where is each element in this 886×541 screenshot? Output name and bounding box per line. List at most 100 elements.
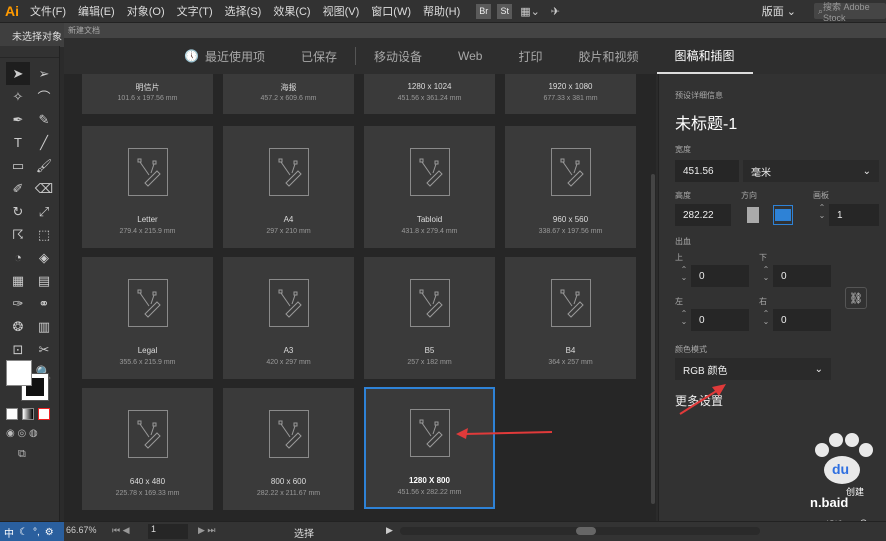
preset-card-640x480[interactable]: 640 x 480 225.78 x 169.33 mm <box>82 388 213 510</box>
preset-card-tabloid[interactable]: Tabloid 431.8 x 279.4 mm <box>364 126 495 248</box>
rectangle-tool-icon[interactable]: ▭ <box>6 154 30 177</box>
menu-view[interactable]: 视图(V) <box>317 3 366 19</box>
tab-mobile[interactable]: 移动设备 <box>356 38 440 74</box>
horizontal-scrollbar[interactable] <box>400 527 760 535</box>
bridge-button[interactable]: Br <box>476 3 492 19</box>
preset-card-poster[interactable]: 海报 457.2 x 609.6 mm <box>223 74 354 114</box>
artboards-input[interactable]: 1 <box>829 204 879 226</box>
tab-film-video[interactable]: 胶片和视频 <box>560 38 656 74</box>
none-mode-icon[interactable] <box>38 408 50 420</box>
artboard-number-input[interactable]: 1 <box>148 524 188 539</box>
artboard-tool-icon[interactable]: ⊡ <box>6 338 30 361</box>
width-input[interactable]: 451.56 <box>675 160 739 182</box>
menu-effect[interactable]: 效果(C) <box>267 3 316 19</box>
menu-type[interactable]: 文字(T) <box>171 3 219 19</box>
eraser-icon[interactable]: ⌫ <box>32 177 56 200</box>
perspective-grid-icon[interactable]: ▦ <box>6 269 30 292</box>
warp-tool-icon[interactable]: ☈ <box>6 223 30 246</box>
preset-card-a4[interactable]: A4 297 x 210 mm <box>223 126 354 248</box>
preset-card-legal[interactable]: Legal 355.6 x 215.9 mm <box>82 257 213 379</box>
bleed-right-input[interactable]: 0 <box>773 309 831 331</box>
preset-card-1920x1080[interactable]: 1920 x 1080 677.33 x 381 mm <box>505 74 636 114</box>
tab-art-illustration[interactable]: 图稿和插图 <box>656 38 753 74</box>
preset-card-1280x800[interactable]: 1280 X 800 451.56 x 282.22 mm <box>364 387 495 509</box>
preset-card-960x560[interactable]: 960 x 560 338.67 x 197.56 mm <box>505 126 636 248</box>
stock-search-input[interactable]: ⌕ 搜索 Adobe Stock <box>814 2 886 23</box>
unit-select[interactable]: 毫米 ⌄ <box>743 160 879 182</box>
next-page-icon[interactable]: ▶ ⏭ <box>198 525 216 536</box>
artboards-label: 画板 <box>813 191 829 200</box>
color-mode-icon[interactable] <box>6 408 18 420</box>
link-icon[interactable]: ⛓ <box>845 287 867 309</box>
ime-indicator[interactable]: 中 ☾ °, ⚙ <box>0 522 64 541</box>
portrait-button[interactable] <box>743 205 763 225</box>
tab-recent[interactable]: 🕔 最近使用项 <box>166 38 283 74</box>
gradient-tool-icon[interactable]: ▤ <box>32 269 56 292</box>
bleed-bottom-input[interactable]: 0 <box>773 265 831 287</box>
bleed-right-stepper-icon[interactable]: ⌃ ⌄ <box>761 310 771 326</box>
bleed-left-stepper-icon[interactable]: ⌃ ⌄ <box>679 310 689 326</box>
menu-help[interactable]: 帮助(H) <box>417 3 466 19</box>
rocket-icon[interactable]: ✈ <box>548 4 563 19</box>
magic-wand-icon[interactable]: ✧ <box>6 85 30 108</box>
menu-object[interactable]: 对象(O) <box>121 3 171 19</box>
scroll-thumb[interactable] <box>576 527 596 535</box>
symbol-sprayer-icon[interactable]: ❂ <box>6 315 30 338</box>
document-name-field[interactable]: 未标题-1 <box>675 110 737 134</box>
bleed-left-input[interactable]: 0 <box>691 309 749 331</box>
menu-edit[interactable]: 编辑(E) <box>72 3 121 19</box>
type-tool-icon[interactable]: T <box>6 131 30 154</box>
stock-button[interactable]: St <box>497 3 513 19</box>
preset-card-a3[interactable]: A3 420 x 297 mm <box>223 257 354 379</box>
tab-saved[interactable]: 已保存 <box>283 38 355 74</box>
status-menu-arrow-icon[interactable]: ▶ <box>386 525 393 536</box>
slice-tool-icon[interactable]: ✂ <box>32 338 56 361</box>
curvature-tool-icon[interactable]: ✎ <box>32 108 56 131</box>
workspace-switcher[interactable]: 版面 ⌄ <box>762 3 796 19</box>
arrange-icon[interactable]: ▦⌄ <box>518 4 542 19</box>
bleed-top-input[interactable]: 0 <box>691 265 749 287</box>
free-transform-icon[interactable]: ⬚ <box>32 223 56 246</box>
live-paint-icon[interactable]: ◈ <box>32 246 56 269</box>
preset-card-1280x1024[interactable]: 1280 x 1024 451.56 x 361.24 mm <box>364 74 495 114</box>
panel-grip[interactable] <box>0 46 59 58</box>
preset-name: Legal <box>137 346 158 355</box>
bleed-top-stepper-icon[interactable]: ⌃ ⌄ <box>679 266 689 282</box>
shape-builder-icon[interactable]: ◔ <box>6 246 30 269</box>
paintbrush-icon[interactable]: 🖌 <box>32 154 56 177</box>
preset-card-b4[interactable]: B4 364 x 257 mm <box>505 257 636 379</box>
lasso-icon[interactable]: ⌒ <box>32 85 56 108</box>
menu-file[interactable]: 文件(F) <box>24 3 72 19</box>
landscape-button[interactable] <box>773 205 793 225</box>
menu-select[interactable]: 选择(S) <box>219 3 268 19</box>
preset-scrollbar[interactable] <box>651 174 655 504</box>
tab-web[interactable]: Web <box>440 38 500 74</box>
rotate-tool-icon[interactable]: ↻ <box>6 200 30 223</box>
column-graph-icon[interactable]: ▥ <box>32 315 56 338</box>
scale-tool-icon[interactable]: ⤢ <box>32 200 56 223</box>
fill-swatch[interactable] <box>6 360 32 386</box>
eyedropper-icon[interactable]: ✑ <box>6 292 30 315</box>
selection-tool-icon[interactable]: ➤ <box>6 62 30 85</box>
gradient-mode-icon[interactable] <box>22 408 34 420</box>
preset-card-letter[interactable]: Letter 279.4 x 215.9 mm <box>82 126 213 248</box>
direct-selection-tool-icon[interactable]: ➢ <box>32 62 56 85</box>
preset-card-800x600[interactable]: 800 x 600 282.22 x 211.67 mm <box>223 388 354 510</box>
artboards-stepper-icon[interactable]: ⌃ ⌄ <box>817 204 827 220</box>
line-tool-icon[interactable]: ╱ <box>32 131 56 154</box>
screen-mode-icon[interactable]: ⧉ <box>18 448 26 461</box>
pen-tool-icon[interactable]: ✒ <box>6 108 30 131</box>
preset-card-b5[interactable]: B5 257 x 182 mm <box>364 257 495 379</box>
blend-tool-icon[interactable]: ⚭ <box>32 292 56 315</box>
menu-window[interactable]: 窗口(W) <box>365 3 417 19</box>
draw-mode-icon[interactable]: ◉ ◎ ◍ <box>6 428 38 439</box>
preset-card-postcard[interactable]: 明信片 101.6 x 197.56 mm <box>82 74 213 114</box>
shaper-tool-icon[interactable]: ✐ <box>6 177 30 200</box>
menu-right: 版面 ⌄ ⌕ 搜索 Adobe Stock <box>642 0 886 23</box>
first-page-icon[interactable]: ⏮ ◀ <box>112 525 130 536</box>
height-input[interactable]: 282.22 <box>675 204 731 226</box>
color-mode-select[interactable]: RGB 颜色 ⌄ <box>675 358 831 380</box>
tab-print[interactable]: 打印 <box>500 38 560 74</box>
zoom-level[interactable]: 66.67% <box>66 525 97 535</box>
bleed-bottom-stepper-icon[interactable]: ⌃ ⌄ <box>761 266 771 282</box>
